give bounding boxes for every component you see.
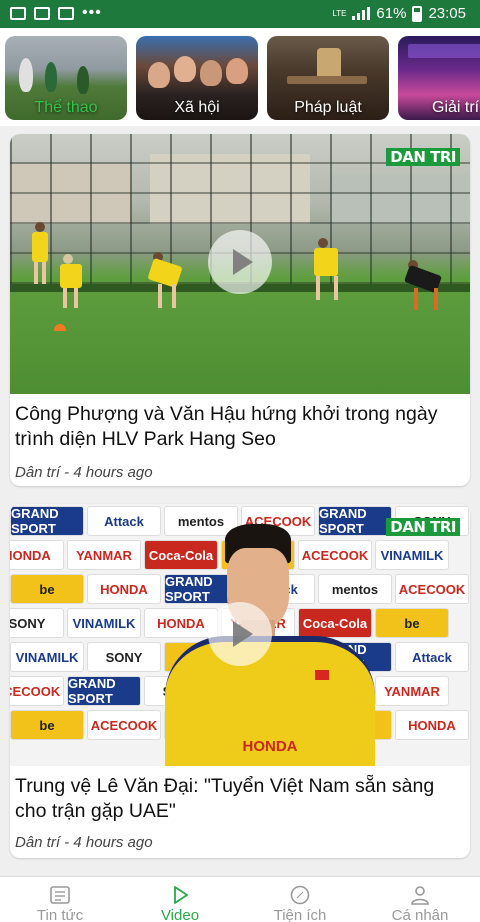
article-title[interactable]: Trung vệ Lê Văn Đại: "Tuyển Việt Nam sẵn… [15,774,463,824]
news-icon [50,886,70,904]
notification-icons: ••• [10,4,102,21]
nav-label: Tin tức [36,907,84,922]
status-bar: ••• LTE 61% 23:05 [0,0,480,28]
battery-percent: 61% [376,5,407,22]
image-icon [34,6,50,20]
sponsor-tile: be [10,710,84,740]
category-strip[interactable]: Thể thao Xã hội Pháp luật Giải trí [0,28,480,126]
sponsor-tile: be [10,574,84,604]
dantri-logo: DAN TRI [386,518,460,536]
bottom-nav: Tin tức Video Tiện ích Cá nhân [0,876,480,922]
more-notifications-icon: ••• [82,4,102,21]
battery-icon [412,5,423,22]
sponsor-tile: Attack [395,642,469,672]
sponsor-tile: YANMAR [67,540,141,570]
nav-tien-ich[interactable]: Tiện ích [240,877,360,922]
sponsor-tile: GRAND SPORT [67,676,141,706]
category-label: Giải trí [432,99,480,116]
category-label: Pháp luật [294,99,362,116]
sponsor-tile: HONDA [10,540,64,570]
article-meta: Dân trí - 4 hours ago [15,464,153,481]
sponsor-tile: SONY [10,608,64,638]
sponsor-tile: VINAMILK [67,608,141,638]
sponsor-tile: SONY [87,642,161,672]
sponsor-tile: be [375,608,449,638]
sponsor-tile: YANMAR [375,676,449,706]
article-card[interactable]: GRAND SPORT Attack mentos ACECOOK GRAND SPOR… [10,504,470,858]
article-title[interactable]: Công Phượng và Văn Hậu hứng khởi trong n… [15,402,463,452]
sponsor-tile: ACECOOK [395,574,469,604]
sponsor-tile: VINAMILK [375,540,449,570]
nav-video[interactable]: Video [120,877,240,922]
sponsor-tile: GRAND SPORT [10,506,84,536]
user-icon [411,886,429,905]
category-giai-tri[interactable]: Giải trí [398,36,480,120]
nav-tin-tuc[interactable]: Tin tức [0,877,120,922]
sponsor-tile: ACECOOK [87,710,161,740]
nav-ca-nhan[interactable]: Cá nhân [360,877,480,922]
gallery-icon [10,6,26,20]
article-card[interactable]: DAN TRI Công Phượng và Văn Hậu hứng khởi… [10,134,470,486]
mail-icon [58,6,74,20]
video-thumbnail[interactable]: GRAND SPORT Attack mentos ACECOOK GRAND SPOR… [10,504,470,766]
category-xa-hoi[interactable]: Xã hội [136,36,258,120]
play-icon [174,886,188,904]
category-phap-luat[interactable]: Pháp luật [267,36,389,120]
dantri-logo: DAN TRI [386,148,460,166]
sponsor-tile: Attack [87,506,161,536]
sponsor-tile: HONDA [395,710,469,740]
nav-label: Video [160,907,200,922]
sponsor-tile: VINAMILK [10,642,84,672]
clock: 23:05 [428,5,466,22]
article-meta: Dân trí - 4 hours ago [15,834,153,851]
category-the-thao[interactable]: Thể thao [5,36,127,120]
network-type: LTE [332,8,347,18]
compass-icon [290,885,310,905]
shirt-sponsor: HONDA [242,738,298,755]
nav-label: Tiện ích [273,907,327,922]
signal-icon [352,7,371,20]
play-button-icon[interactable] [208,230,272,294]
play-button-icon[interactable] [208,602,272,666]
sponsor-tile: ACECOOK [10,676,64,706]
category-label: Thể thao [34,99,98,116]
nav-label: Cá nhân [391,907,449,922]
video-thumbnail[interactable]: DAN TRI [10,134,470,394]
category-label: Xã hội [174,99,220,116]
sponsor-tile: HONDA [87,574,161,604]
